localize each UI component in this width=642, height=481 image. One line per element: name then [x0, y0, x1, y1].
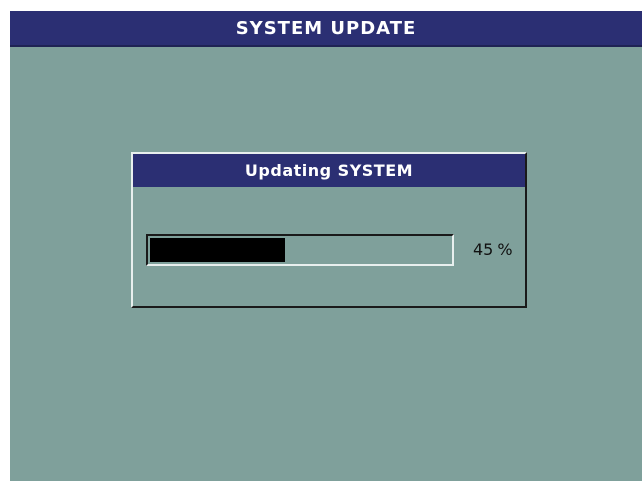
device-screen: SYSTEM UPDATE Updating SYSTEM 45% [10, 11, 642, 481]
dialog-title: Updating SYSTEM [244, 161, 414, 180]
progress-percent: 45% [473, 240, 513, 259]
progress-unit: % [497, 240, 513, 259]
dialog-header: Updating SYSTEM [133, 154, 525, 187]
screen-title: SYSTEM UPDATE [235, 17, 417, 39]
update-dialog: Updating SYSTEM 45% [131, 152, 527, 308]
progress-bar [146, 234, 454, 266]
progress-fill [150, 238, 285, 262]
progress-value: 45 [473, 240, 494, 259]
title-bar: SYSTEM UPDATE [10, 11, 642, 47]
